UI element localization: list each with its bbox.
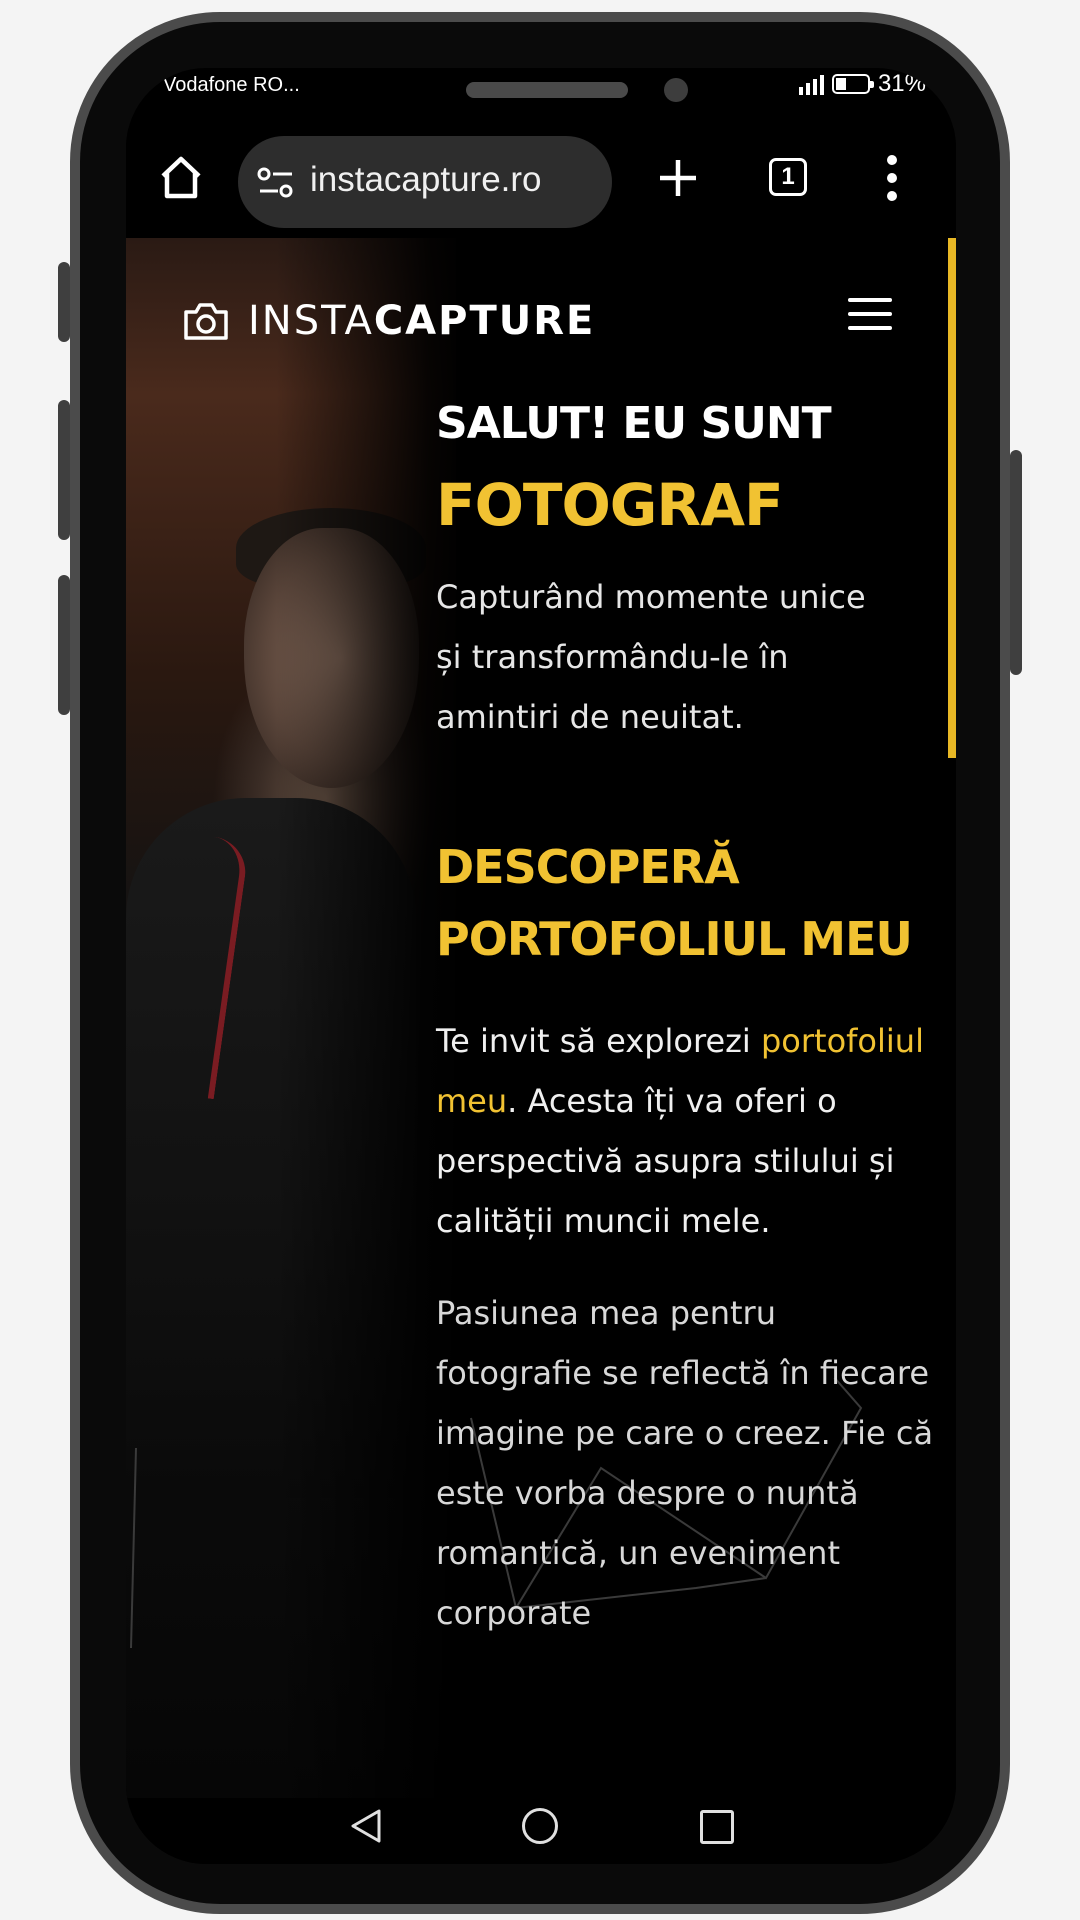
volume-button-up <box>58 400 70 540</box>
address-bar[interactable]: instacapture.ro <box>238 136 612 228</box>
new-tab-icon[interactable] <box>656 156 700 200</box>
home-nav-icon[interactable] <box>522 1808 558 1844</box>
volume-button-down <box>58 575 70 715</box>
main-content: SALUT! EU SUNT FOTOGRAF Capturând moment… <box>436 398 936 1643</box>
passion-paragraph: Pasiunea mea pentru fotografie se reflec… <box>436 1294 934 1632</box>
portfolio-heading-line: DESCOPERĂ <box>436 840 740 894</box>
menu-icon[interactable] <box>848 298 892 334</box>
hero-tagline-line: și transformându-le în <box>436 638 789 676</box>
battery-percent: 31% <box>877 70 926 97</box>
web-page: INSTACAPTURE SALUT! EU SUNT FOTOGRAF Cap… <box>126 238 956 1798</box>
camera-icon <box>184 303 228 340</box>
scroll-indicator[interactable] <box>948 238 956 758</box>
carrier-label: Vodafone RO... <box>163 74 300 96</box>
portfolio-intro-text: Te invit să explorezi <box>436 1022 751 1060</box>
hero-tagline: Capturând momente unice și transformându… <box>436 567 936 747</box>
status-icons: 31% <box>798 70 926 98</box>
signal-icon <box>798 73 824 95</box>
recent-apps-icon[interactable] <box>700 1810 734 1844</box>
hero-role: FOTOGRAF <box>436 471 784 539</box>
site-settings-icon[interactable] <box>256 166 296 200</box>
more-options-icon[interactable] <box>886 154 898 202</box>
portfolio-heading: DESCOPERĂ PORTOFOLIUL MEU <box>436 831 936 975</box>
hero-tagline-line: amintiri de neuitat. <box>436 698 744 736</box>
logo-text: INSTACAPTURE <box>248 298 595 344</box>
url-text[interactable]: instacapture.ro <box>310 160 542 200</box>
back-icon[interactable] <box>346 1806 386 1846</box>
browser-toolbar: instacapture.ro 1 <box>126 128 956 238</box>
hero-greeting: SALUT! EU SUNT <box>436 398 832 449</box>
camera-notch <box>301 68 781 136</box>
portfolio-intro: Te invit să explorezi portofoliul meu. A… <box>436 1011 936 1251</box>
hero-tagline-line: Capturând momente unice <box>436 578 866 616</box>
android-nav-bar <box>126 1798 956 1864</box>
home-icon[interactable] <box>156 152 206 202</box>
front-camera <box>664 78 688 102</box>
volume-button-top <box>58 262 70 342</box>
portfolio-heading-line: PORTOFOLIUL MEU <box>436 912 913 966</box>
speaker-grille <box>466 82 628 98</box>
power-button <box>1010 450 1022 675</box>
battery-icon <box>831 74 874 94</box>
tab-switcher-button[interactable]: 1 <box>769 158 807 196</box>
site-logo[interactable]: INSTACAPTURE <box>182 298 595 344</box>
logo-text-light: INSTA <box>248 298 374 344</box>
logo-text-bold: CAPTURE <box>373 298 596 344</box>
phone-screen: Vodafone RO... 31% instacapture.ro 1 INS… <box>126 68 956 1864</box>
